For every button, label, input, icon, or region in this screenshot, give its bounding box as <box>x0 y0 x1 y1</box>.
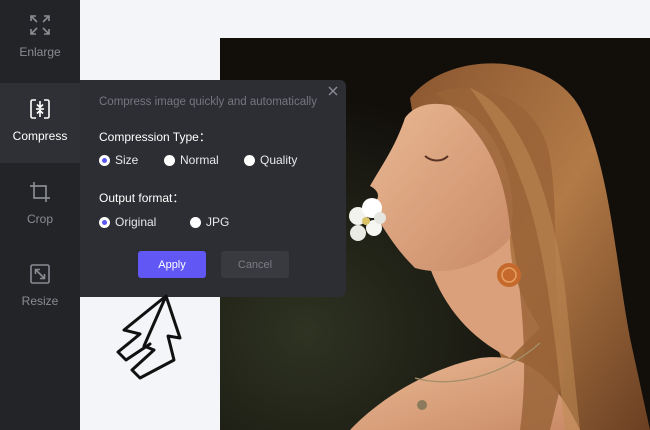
sidebar-item-enlarge[interactable]: Enlarge <box>0 0 80 80</box>
sidebar-item-compress[interactable]: Compress <box>0 83 80 163</box>
enlarge-icon <box>30 15 50 35</box>
radio-jpg[interactable]: JPG <box>190 215 229 229</box>
radio-size[interactable]: Size <box>99 153 138 167</box>
radio-label: JPG <box>206 215 230 229</box>
radio-button-selected[interactable] <box>99 216 110 228</box>
compress-popup: Compress image quickly and automatically… <box>80 80 346 297</box>
resize-icon <box>30 264 50 284</box>
compress-icon <box>30 99 50 119</box>
popup-subtitle: Compress image quickly and automatically <box>99 96 317 108</box>
radio-label: Size <box>115 153 139 167</box>
radio-button-selected[interactable] <box>99 154 110 166</box>
output-format-label: Output format： <box>99 191 185 205</box>
radio-label: Original <box>115 215 157 229</box>
sidebar-item-label: Compress <box>12 129 68 143</box>
radio-normal[interactable]: Normal <box>164 153 219 167</box>
radio-button[interactable] <box>164 154 175 166</box>
close-icon[interactable] <box>327 85 339 97</box>
pointer-arrow-icon <box>116 294 182 380</box>
apply-button[interactable]: Apply <box>138 251 206 278</box>
compression-type-label: Compression Type： <box>99 130 211 144</box>
crop-icon <box>30 182 50 202</box>
sidebar-item-label: Crop <box>26 212 53 226</box>
sidebar: Enlarge Compress Crop Resize <box>0 0 80 430</box>
radio-button[interactable] <box>190 216 201 228</box>
radio-label: Normal <box>180 153 219 167</box>
cancel-button[interactable]: Cancel <box>221 251 289 278</box>
sidebar-item-resize[interactable]: Resize <box>0 248 80 328</box>
radio-label: Quality <box>260 153 298 167</box>
radio-quality[interactable]: Quality <box>244 153 297 167</box>
sidebar-item-crop[interactable]: Crop <box>0 166 80 246</box>
sidebar-item-label: Enlarge <box>19 45 61 59</box>
radio-button[interactable] <box>244 154 255 166</box>
sidebar-item-label: Resize <box>21 294 59 308</box>
radio-original[interactable]: Original <box>99 215 156 229</box>
